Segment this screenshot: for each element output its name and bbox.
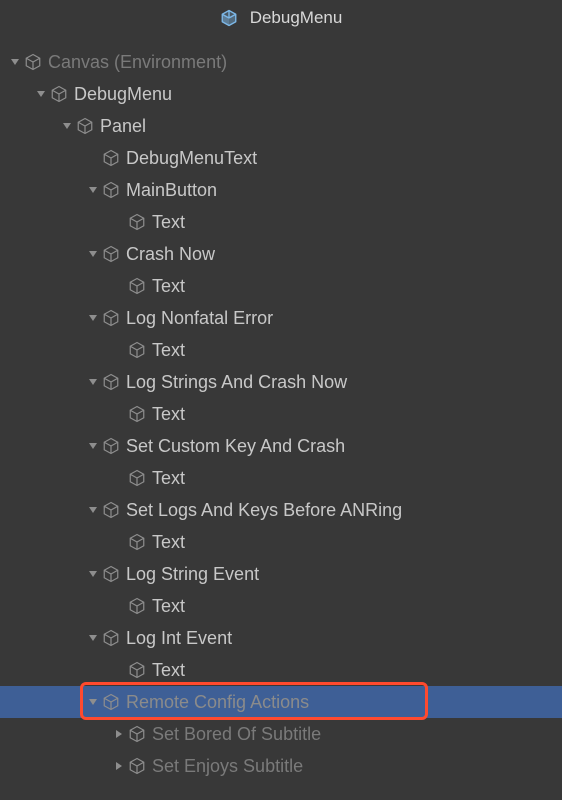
gameobject-icon — [102, 693, 120, 711]
tree-label: Set Custom Key And Crash — [126, 436, 345, 457]
gameobject-icon — [102, 629, 120, 647]
tree-label: Text — [152, 340, 185, 361]
gameobject-icon — [102, 373, 120, 391]
tree-row-text[interactable]: Text — [0, 270, 562, 302]
gameobject-icon — [76, 117, 94, 135]
tree-row-item[interactable]: MainButton — [0, 174, 562, 206]
hierarchy-header: DebugMenu — [0, 0, 562, 36]
tree-row-text[interactable]: Text — [0, 206, 562, 238]
tree-label: Log Strings And Crash Now — [126, 372, 347, 393]
tree-row-item[interactable]: DebugMenuText — [0, 142, 562, 174]
tree-label: Text — [152, 596, 185, 617]
tree-label: Remote Config Actions — [126, 692, 309, 713]
tree-row-item[interactable]: Set Custom Key And Crash — [0, 430, 562, 462]
gameobject-icon — [102, 565, 120, 583]
tree-row-item[interactable]: Crash Now — [0, 238, 562, 270]
gameobject-icon — [128, 533, 146, 551]
expand-arrow-icon[interactable] — [86, 567, 100, 581]
tree-row-canvas[interactable]: Canvas (Environment) — [0, 46, 562, 78]
tree-row-text[interactable]: Text — [0, 462, 562, 494]
tree-label: Log Nonfatal Error — [126, 308, 273, 329]
expand-arrow-icon[interactable] — [86, 439, 100, 453]
tree-label: Log String Event — [126, 564, 259, 585]
gameobject-icon — [128, 757, 146, 775]
gameobject-icon — [102, 149, 120, 167]
expand-arrow-icon[interactable] — [86, 695, 100, 709]
gameobject-icon — [128, 341, 146, 359]
tree-label: Text — [152, 212, 185, 233]
tree-row-text[interactable]: Text — [0, 526, 562, 558]
tree-label: Text — [152, 468, 185, 489]
tree-label: Panel — [100, 116, 146, 137]
gameobject-icon — [128, 277, 146, 295]
gameobject-icon — [102, 501, 120, 519]
header-title: DebugMenu — [250, 8, 343, 28]
expand-arrow-icon[interactable] — [86, 247, 100, 261]
tree-label: MainButton — [126, 180, 217, 201]
tree-row-panel[interactable]: Panel — [0, 110, 562, 142]
expand-arrow-icon[interactable] — [86, 631, 100, 645]
expand-arrow-icon[interactable] — [86, 503, 100, 517]
gameobject-icon — [128, 661, 146, 679]
expand-arrow-icon[interactable] — [34, 87, 48, 101]
gameobject-icon — [102, 245, 120, 263]
tree-label: Text — [152, 532, 185, 553]
tree-row-child[interactable]: Set Bored Of Subtitle — [0, 718, 562, 750]
tree-row-text[interactable]: Text — [0, 590, 562, 622]
prefab-icon — [220, 9, 238, 27]
gameobject-icon — [102, 437, 120, 455]
tree-row-child[interactable]: Set Enjoys Subtitle — [0, 750, 562, 782]
gameobject-icon — [102, 309, 120, 327]
tree-row-item[interactable]: Log Nonfatal Error — [0, 302, 562, 334]
tree-label: Crash Now — [126, 244, 215, 265]
gameobject-icon — [50, 85, 68, 103]
gameobject-icon — [24, 53, 42, 71]
collapse-arrow-icon[interactable] — [112, 759, 126, 773]
tree-label: Text — [152, 276, 185, 297]
expand-arrow-icon[interactable] — [86, 183, 100, 197]
expand-arrow-icon[interactable] — [8, 55, 22, 69]
expand-arrow-icon[interactable] — [60, 119, 74, 133]
tree-row-item[interactable]: Log String Event — [0, 558, 562, 590]
tree-label: Text — [152, 660, 185, 681]
hierarchy-tree[interactable]: Canvas (Environment) DebugMenu Panel — [0, 36, 562, 782]
tree-label: Log Int Event — [126, 628, 232, 649]
tree-label: Canvas (Environment) — [48, 52, 227, 73]
tree-row-text[interactable]: Text — [0, 334, 562, 366]
gameobject-icon — [128, 597, 146, 615]
tree-row-text[interactable]: Text — [0, 654, 562, 686]
tree-row-debugmenu[interactable]: DebugMenu — [0, 78, 562, 110]
gameobject-icon — [128, 405, 146, 423]
tree-label: Set Enjoys Subtitle — [152, 756, 303, 777]
tree-row-item[interactable]: Log Int Event — [0, 622, 562, 654]
gameobject-icon — [128, 469, 146, 487]
tree-label: Text — [152, 404, 185, 425]
expand-arrow-icon[interactable] — [86, 375, 100, 389]
gameobject-icon — [102, 181, 120, 199]
tree-label: Set Bored Of Subtitle — [152, 724, 321, 745]
tree-label: DebugMenu — [74, 84, 172, 105]
tree-row-item[interactable]: Log Strings And Crash Now — [0, 366, 562, 398]
tree-row-text[interactable]: Text — [0, 398, 562, 430]
collapse-arrow-icon[interactable] — [112, 727, 126, 741]
gameobject-icon — [128, 213, 146, 231]
tree-label: Set Logs And Keys Before ANRing — [126, 500, 402, 521]
expand-arrow-icon[interactable] — [86, 311, 100, 325]
tree-row-remote-config-actions[interactable]: Remote Config Actions — [0, 686, 562, 718]
tree-label: DebugMenuText — [126, 148, 257, 169]
tree-row-item[interactable]: Set Logs And Keys Before ANRing — [0, 494, 562, 526]
gameobject-icon — [128, 725, 146, 743]
